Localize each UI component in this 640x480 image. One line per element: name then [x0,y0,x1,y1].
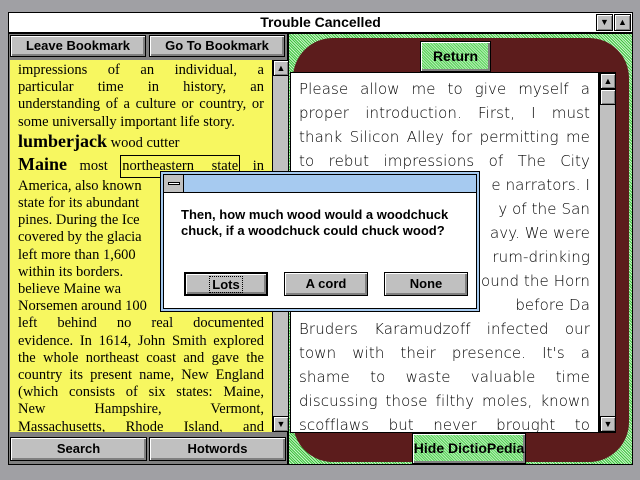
text-line: the whole northeast coast and gave the [18,349,264,366]
window-title: Trouble Cancelled [260,14,381,30]
minimize-button[interactable]: ▼ [596,14,613,31]
text-line: to rebut impressions of The City [299,152,590,170]
scroll-up-icon[interactable]: ▲ [600,73,616,89]
text-line: shame to waste valuable time [299,368,590,386]
text-line: (which consists of six states: Maine, [18,384,264,401]
text-line: impressions of an individual, a [18,62,264,78]
scroll-up-icon[interactable]: ▲ [273,60,289,76]
none-button[interactable]: None [384,272,468,296]
dialog-message: Then, how much wood would a woodchuck ch… [181,207,449,238]
system-menu-icon[interactable] [164,175,184,192]
right-scrollbar[interactable]: ▲ ▼ [599,72,616,433]
title-bar: Trouble Cancelled ▼ ▲ [8,12,633,33]
text-line: left behind no real documented [18,315,264,332]
text-line: Bruders Karamudzoff infected our [299,320,590,338]
button-label: Lots [209,276,243,293]
entry-definition: wood cutter [110,134,180,151]
question-dialog: Then, how much wood would a woodchuck ch… [160,171,480,312]
a-cord-button[interactable]: A cord [284,272,368,296]
text-line: particular time in history, an [18,79,264,96]
scroll-thumb[interactable] [600,89,616,105]
entry-term: lumberjack [18,130,107,151]
scroll-down-icon[interactable]: ▼ [273,416,289,432]
hide-dictiopedia-button[interactable]: Hide DictioPedia [412,433,526,464]
text-line: thank Silicon Alley for permitting me [299,128,590,146]
text-line: town with their presence. It's a [299,344,590,362]
return-button[interactable]: Return [420,41,491,72]
text-line: some universally important life story. [18,113,235,130]
maximize-button[interactable]: ▲ [614,14,631,31]
go-to-bookmark-button[interactable]: Go To Bookmark [149,35,285,57]
hotwords-button[interactable]: Hotwords [149,437,286,461]
text-line: discussing those filthy moles, known [299,392,590,410]
lots-button[interactable]: Lots [184,272,268,296]
entry-term: Maine [18,153,67,174]
text-line: New Hampshire, Vermont, [18,401,264,418]
entry-lumberjack: lumberjack wood cutter [18,131,264,154]
text-line: Massachusetts, Rhode Island, and [18,418,264,432]
dialog-title-bar [164,175,476,193]
entry-definition: most [79,157,108,174]
text-line: proper introduction. First, I must [299,104,590,122]
leave-bookmark-button[interactable]: Leave Bookmark [10,35,146,57]
text-line: scofflaws but never brought to [299,416,590,433]
text-line: understanding of a culture or country, o… [18,96,264,113]
text-line: Please allow me to give myself a [299,80,590,98]
text-line: evidence. In 1614, John Smith explored [18,332,264,349]
search-button[interactable]: Search [10,437,147,461]
text-line: country its present name, New England [18,367,264,384]
scroll-down-icon[interactable]: ▼ [600,416,616,432]
